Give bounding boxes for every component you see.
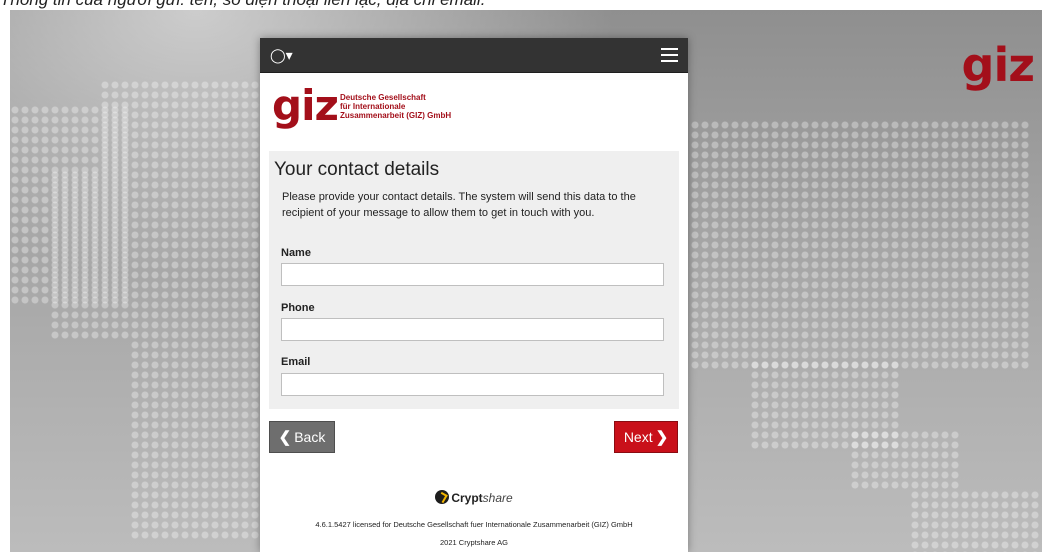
copyright-text: 2021 Cryptshare AG	[440, 538, 508, 547]
phone-input[interactable]	[281, 318, 664, 341]
form-intro: Please provide your contact details. The…	[282, 191, 636, 219]
name-input[interactable]	[281, 263, 664, 286]
contact-form-card: Your contact details Please provide your…	[269, 151, 679, 409]
chevron-left-icon: ❮	[278, 429, 292, 446]
map-dots-america	[50, 170, 260, 340]
giz-logo-line2: für Internationale	[340, 102, 406, 111]
cryptshare-icon	[435, 490, 450, 504]
next-button-label: Next	[623, 429, 653, 445]
giz-logo-text: Deutsche Gesellschaft für Internationale…	[340, 93, 451, 120]
form-title: Your contact details	[274, 159, 440, 180]
caption-text: Thông tin của người gửi: tên, số điện th…	[0, 0, 485, 10]
hamburger-menu-icon[interactable]	[661, 48, 678, 66]
brand-header: giz Deutsche Gesellschaft für Internatio…	[260, 73, 688, 143]
next-button[interactable]: Next ❯	[614, 421, 678, 453]
map-dots-eurasia	[690, 120, 1030, 370]
phone-label: Phone	[281, 302, 315, 314]
globe-icon[interactable]: ◯▾	[270, 47, 293, 64]
name-label: Name	[281, 247, 311, 259]
map-dots-north-america	[100, 80, 260, 170]
license-text: 4.6.1.5427 licensed for Deutsche Gesells…	[315, 520, 633, 529]
back-button-label: Back	[294, 429, 326, 445]
giz-background-logo: giz	[961, 38, 1035, 92]
map-dots-asia-south	[850, 430, 960, 490]
contact-details-panel: ◯▾ giz Deutsche Gesellschaft für Interna…	[260, 38, 688, 552]
email-input[interactable]	[281, 373, 664, 396]
back-button[interactable]: ❮ Back	[269, 421, 335, 453]
map-dots-south-america	[130, 340, 260, 540]
giz-logo-mark: giz	[272, 81, 339, 130]
cryptshare-logo: Cryptshare	[260, 490, 688, 505]
map-dots-australia	[910, 490, 1040, 552]
cryptshare-logo-bold: Crypt	[451, 491, 483, 505]
chevron-right-icon: ❯	[655, 429, 669, 446]
top-bar: ◯▾	[260, 38, 688, 73]
giz-logo-line3: Zusammenarbeit (GIZ) GmbH	[340, 111, 452, 120]
caption-strip: Thông tin của người gửi: tên, số điện th…	[0, 0, 1042, 10]
giz-logo-line1: Deutsche Gesellschaft	[340, 93, 426, 102]
cryptshare-logo-italic: share	[482, 491, 513, 505]
email-label: Email	[281, 356, 311, 368]
